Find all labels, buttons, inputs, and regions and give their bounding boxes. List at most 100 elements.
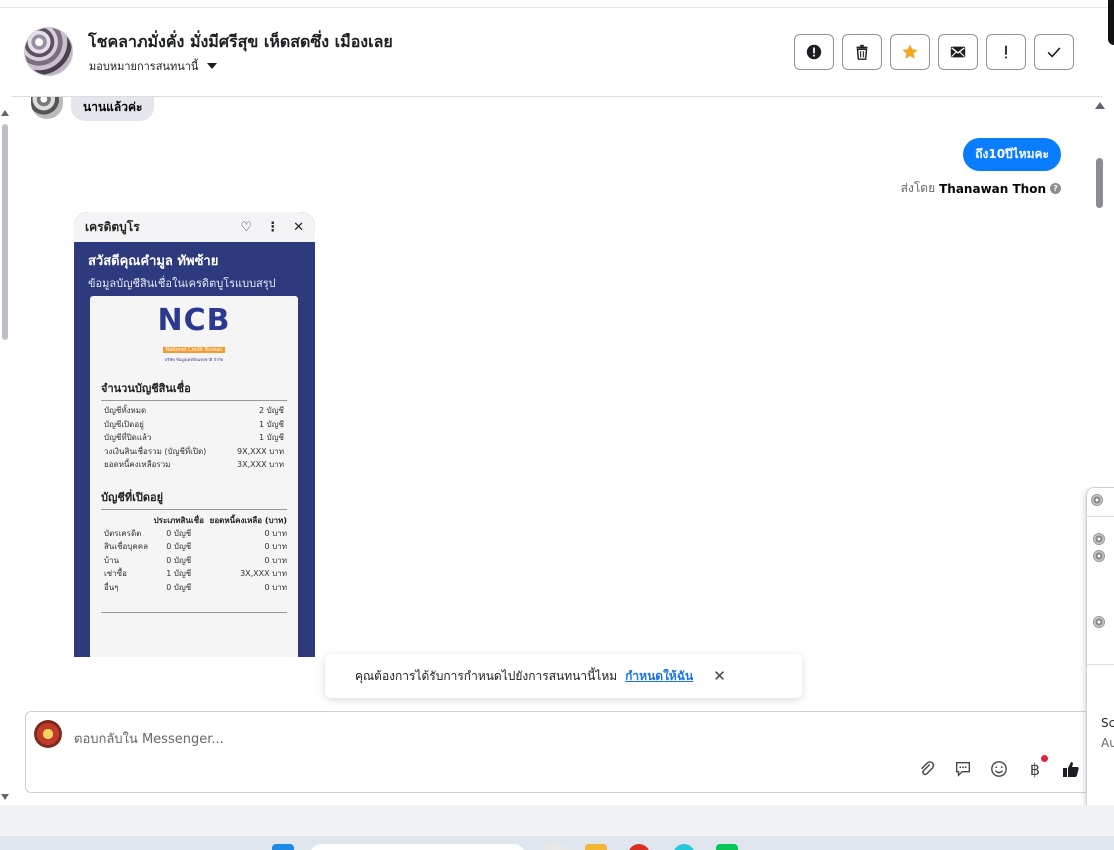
ncb-logo-sub: บริษัท ข้อมูลเครดิตแห่งชาติ จำกัด [164,357,224,362]
open-accounts-rows: บัตรเครดิต 0 บัญชี 0 บาท สินเชื่อบุคคล 0 บัญ… [101,527,287,595]
star-button[interactable] [890,34,930,70]
mark-done-button[interactable] [1034,34,1074,70]
summary-label: บัญชีเปิดอยู่ [104,419,144,429]
mark-unread-button[interactable] [938,34,978,70]
app-window: โชคลาภมั่งคั่ง มั่งมีศรีสุข เห็ดสดซึ่ง เ… [0,0,1114,850]
ncb-logo-band: National Credit Bureau [162,347,226,353]
os-taskbar [0,836,1114,850]
delete-button[interactable] [842,34,882,70]
outgoing-message[interactable]: ถึง10ปีไหมคะ [963,138,1061,171]
chat-avatar [1093,533,1105,545]
scroll-thumb[interactable] [2,124,8,340]
table-row: อื่นๆ 0 บัญชี 0 บาท [101,581,287,595]
table-header-type: ประเภทสินเชื่อ [153,515,204,525]
file-icon[interactable] [545,844,567,850]
windows-start-icon[interactable] [272,844,294,850]
speech-bubble-icon[interactable] [952,758,974,780]
baht-glyph: ฿ [1029,759,1041,779]
folder-icon[interactable] [585,844,607,850]
ncb-logo: NCB National Credit Bureau บริษัท ข้อมูล… [101,306,287,363]
greeting-text: สวัสดีคุณคำมูล ทัพซ้าย [88,254,219,269]
contact-avatar[interactable] [24,27,73,76]
star-icon [902,44,918,59]
composer-tools: ฿ [916,755,1082,780]
sent-by-label: ส่งโดย Thanawan Thon ? [901,179,1061,198]
report-button[interactable] [794,34,834,70]
line-icon[interactable] [716,844,738,850]
contact-name[interactable]: โชคลาภมั่งคั่ง มั่งมีศรีสุข เห็ดสดซึ่ง เ… [88,30,393,55]
conversation-header: โชคลาภมั่งคั่ง มั่งมีศรีสุข เห็ดสดซึ่ง เ… [12,8,1102,97]
browser-icon[interactable] [673,844,695,850]
follow-up-button[interactable] [986,34,1026,70]
caret-down-icon [207,63,218,69]
emoji-icon[interactable] [988,758,1010,780]
summary-label: บัญชีทั้งหมด [104,406,147,415]
app-icon[interactable] [628,844,650,850]
page-avatar [34,720,62,748]
phone-app-title: เครดิตบูโร [85,219,140,234]
scroll-up-arrow-icon[interactable] [1095,102,1105,109]
exclamation-icon [1005,45,1007,59]
side-panel-text-2: Au [1101,736,1114,750]
summary-row: บัญชีที่ปิดแล้ว 1 บัญชี [101,431,287,445]
divider [1087,516,1114,517]
taskbar-search[interactable] [310,844,525,850]
heart-icon: ♡ [240,219,253,235]
assign-prompt-text: คุณต้องการได้รับการกำหนดไปยังการสนทนานี้… [355,668,618,683]
loan-type: บ้าน [104,555,120,565]
paperclip-icon[interactable] [916,758,938,780]
table-header-balance: ยอดหนี้คงเหลือ (บาท) [209,515,288,525]
table-row: เช่าซื้อ 1 บัญชี 3X,XXX บาท [101,567,287,581]
image-attachment[interactable]: เครดิตบูโร ♡ ⋮ ✕ สวัสดีคุณคำมูล ทัพซ้าย … [74,212,315,657]
assign-prompt: คุณต้องการได้รับการกำหนดไปยังการสนทนานี้… [325,654,802,698]
baht-icon[interactable]: ฿ [1024,755,1048,780]
scroll-up-arrow-icon[interactable] [1,110,9,116]
summary-value: 9X,XXX บาท [237,446,284,456]
ncb-logo-text: NCB [157,303,231,338]
summary-label: วงเงินสินเชื่อรวม (บัญชีที่เปิด) [104,446,207,456]
scroll-down-arrow-icon[interactable] [1,794,9,800]
summary-row: บัญชีเปิดอยู่ 1 บัญชี [101,418,287,432]
thumbs-up-icon[interactable] [1060,758,1082,780]
balance-amount: 0 บาท [264,542,288,551]
table-row: สินเชื่อบุคคล 0 บัญชี 0 บาท [101,540,287,554]
header-actions [794,34,1074,70]
summary-list: บัญชีทั้งหมด 2 บัญชี บัญชีเปิดอยู่ 1 บัญชีบ… [101,404,287,472]
close-icon[interactable]: ✕ [713,667,726,685]
account-count: 0 บัญชี [166,582,192,592]
side-panel-text-1: Sc [1101,716,1114,730]
alert-circle-icon [806,44,822,60]
assign-dropdown[interactable]: มอบหมายการสนทนานี้ [89,57,218,75]
reply-input[interactable]: ตอบกลับใน Messenger... [74,728,224,749]
loan-type: สินเชื่อบุคคล [104,542,149,551]
summary-value: 1 บัญชี [259,419,284,429]
loan-type: เช่าซื้อ [104,569,127,578]
notification-dot [1041,755,1048,762]
envelope-icon [950,46,966,58]
account-count: 0 บัญชี [166,542,192,551]
left-scrollbar[interactable] [0,110,10,805]
summary-label: บัญชีที่ปิดแล้ว [104,433,152,442]
scroll-thumb[interactable] [1096,158,1103,208]
window-corner [1108,0,1114,45]
reply-composer: ตอบกลับใน Messenger... ฿ [25,711,1091,793]
summary-value: 1 บัญชี [259,433,284,442]
chat-avatar [1093,550,1105,562]
side-chat-panel[interactable]: Sc Au [1086,487,1114,817]
loan-type: บัตรเครดิต [104,528,142,538]
assign-to-me-link[interactable]: กำหนดให้ฉัน [625,667,693,686]
trash-icon [856,44,868,60]
card-divider [101,612,287,613]
balance-amount: 0 บาท [264,555,288,565]
incoming-message[interactable]: นานแล้วค่ะ [71,97,155,121]
account-count: 1 บัญชี [166,569,192,578]
summary-label: ยอดหนี้คงเหลือรวม [104,460,171,469]
section-title-accounts: จำนวนบัญชีสินเชื่อ [101,379,287,401]
message-thread[interactable]: นานแล้วค่ะ ถึง10ปีไหมคะ ส่งโดย Thanawan … [12,97,1106,709]
check-icon [1047,47,1061,58]
divider [1087,664,1114,665]
help-icon[interactable]: ? [1050,183,1061,194]
phone-greeting: สวัสดีคุณคำมูล ทัพซ้าย ข้อมูลบัญชีสินเชื… [74,242,315,292]
sent-by-prefix: ส่งโดย [900,181,936,195]
table-row: บัตรเครดิต 0 บัญชี 0 บาท [101,527,287,541]
